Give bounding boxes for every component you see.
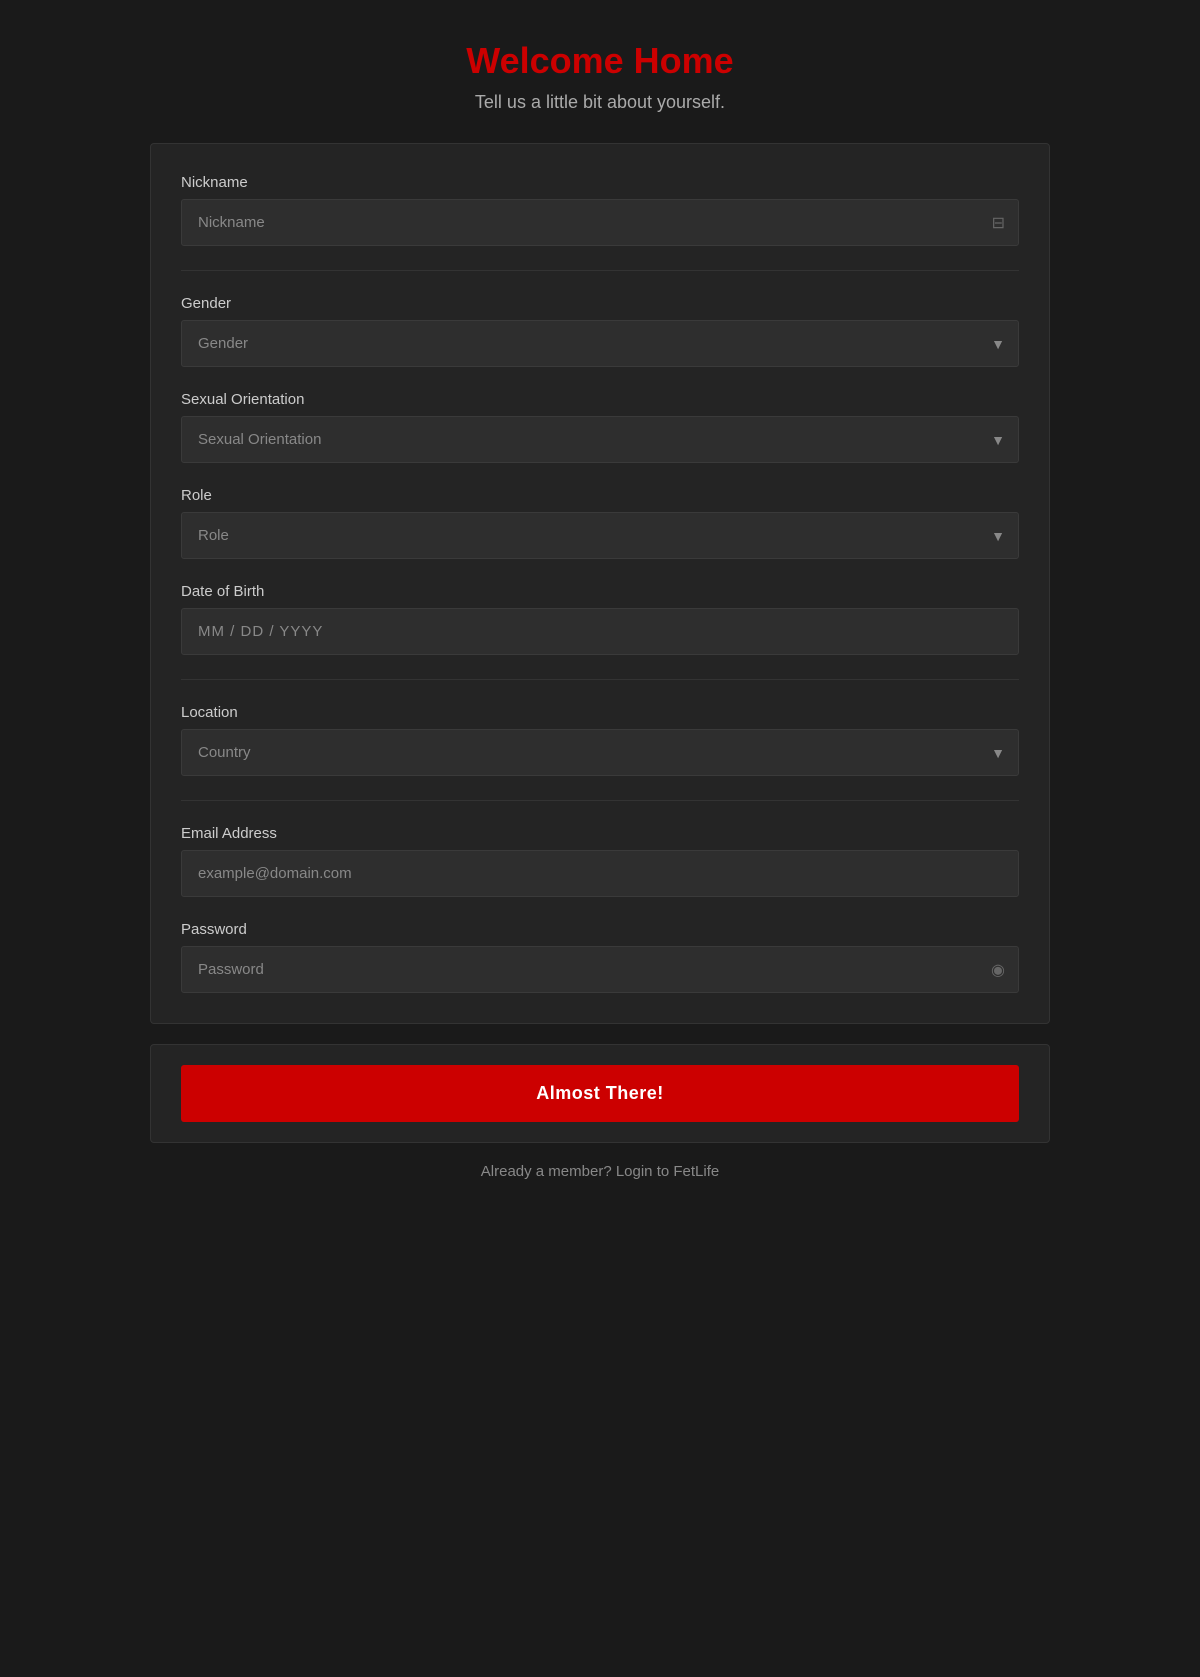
page-header: Welcome Home Tell us a little bit about … [150, 40, 1050, 113]
submit-card: Almost There! [150, 1044, 1050, 1143]
sexual-orientation-section: Sexual Orientation Sexual Orientation St… [181, 391, 1019, 463]
divider-1 [181, 270, 1019, 271]
password-section: Password ◉ [181, 921, 1019, 993]
dob-input[interactable] [181, 608, 1019, 655]
role-section: Role Role Dominant Submissive Switch Oth… [181, 487, 1019, 559]
sexual-orientation-select-wrapper: Sexual Orientation Straight Gay Bisexual… [181, 416, 1019, 463]
role-label: Role [181, 487, 1019, 504]
email-label: Email Address [181, 825, 1019, 842]
location-label: Location [181, 704, 1019, 721]
main-form-card: Nickname ⊟ Gender Gender Male Female Non… [150, 143, 1050, 1024]
page-title: Welcome Home [150, 40, 1050, 82]
password-input-wrapper: ◉ [181, 946, 1019, 993]
nickname-section: Nickname ⊟ [181, 174, 1019, 246]
email-input[interactable] [181, 850, 1019, 897]
nickname-input[interactable] [181, 199, 1019, 246]
location-select-wrapper: Country United States United Kingdom Can… [181, 729, 1019, 776]
country-select[interactable]: Country United States United Kingdom Can… [181, 729, 1019, 776]
role-select[interactable]: Role Dominant Submissive Switch Other [181, 512, 1019, 559]
nickname-label: Nickname [181, 174, 1019, 191]
page-container: Welcome Home Tell us a little bit about … [150, 40, 1050, 1180]
gender-select-wrapper: Gender Male Female Non-binary Other ▼ [181, 320, 1019, 367]
divider-3 [181, 800, 1019, 801]
sexual-orientation-select[interactable]: Sexual Orientation Straight Gay Bisexual… [181, 416, 1019, 463]
sexual-orientation-label: Sexual Orientation [181, 391, 1019, 408]
gender-select[interactable]: Gender Male Female Non-binary Other [181, 320, 1019, 367]
divider-2 [181, 679, 1019, 680]
password-label: Password [181, 921, 1019, 938]
email-section: Email Address [181, 825, 1019, 897]
location-section: Location Country United States United Ki… [181, 704, 1019, 776]
gender-section: Gender Gender Male Female Non-binary Oth… [181, 295, 1019, 367]
submit-button[interactable]: Almost There! [181, 1065, 1019, 1122]
role-select-wrapper: Role Dominant Submissive Switch Other ▼ [181, 512, 1019, 559]
nickname-input-wrapper: ⊟ [181, 199, 1019, 246]
login-link[interactable]: Already a member? Login to FetLife [481, 1163, 719, 1180]
page-subtitle: Tell us a little bit about yourself. [150, 92, 1050, 113]
password-input[interactable] [181, 946, 1019, 993]
dob-section: Date of Birth [181, 583, 1019, 655]
footer-login-link: Already a member? Login to FetLife [150, 1163, 1050, 1180]
dob-label: Date of Birth [181, 583, 1019, 600]
gender-label: Gender [181, 295, 1019, 312]
